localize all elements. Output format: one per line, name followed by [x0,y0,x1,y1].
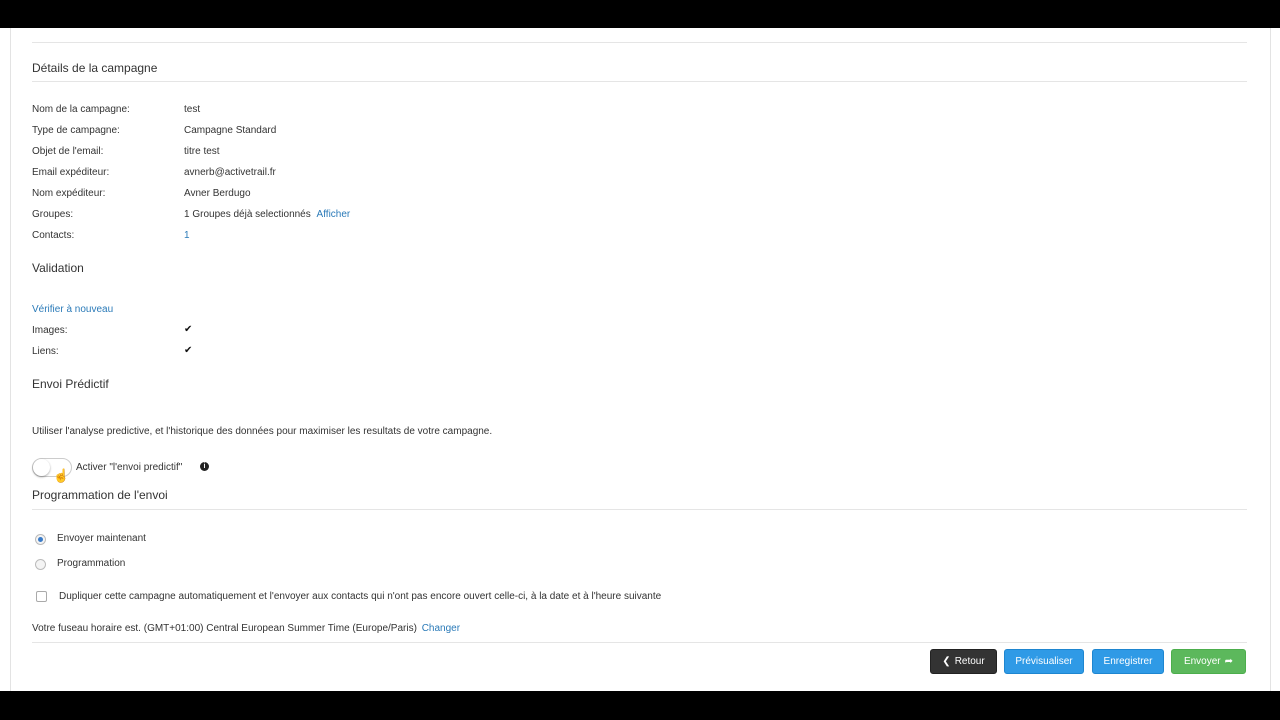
top-divider [32,42,1247,43]
links-check-icon: ✔ [184,345,193,356]
validation-heading: Validation [32,261,84,275]
predictive-heading: Envoi Prédictif [32,377,109,391]
chevron-left-icon: ❮ [942,656,951,667]
sender-email-value: avnerb@activetrail.fr [184,167,276,178]
show-groups-link[interactable]: Afficher [317,209,351,220]
share-arrow-icon: ➦ [1224,656,1234,667]
save-button[interactable]: Enregistrer [1092,649,1164,674]
preview-button[interactable]: Prévisualiser [1004,649,1084,674]
duplicate-checkbox[interactable] [36,591,47,602]
change-timezone-link[interactable]: Changer [422,623,460,634]
groups-value: 1 Groupes déjà selectionnés [184,209,311,220]
groups-label: Groupes: [32,209,74,220]
details-heading: Détails de la campagne [32,61,158,75]
toggle-knob [33,459,50,476]
footer-divider [32,642,1247,643]
images-check-icon: ✔ [184,324,193,335]
recheck-link[interactable]: Vérifier à nouveau [32,304,113,315]
hand-cursor-icon: ☝ [53,468,70,483]
campaign-type-label: Type de campagne: [32,125,120,136]
details-divider [32,81,1247,82]
schedule-label[interactable]: Programmation [57,558,125,569]
send-button[interactable]: Envoyer ➦ [1171,649,1246,674]
groups-row: 1 Groupes déjà selectionnés Afficher [184,209,350,220]
schedule-divider [32,509,1247,510]
sender-name-value: Avner Berdugo [184,188,251,199]
links-label: Liens: [32,346,59,357]
send-button-label: Envoyer [1183,656,1221,667]
campaign-summary-page: Détails de la campagne Nom de la campagn… [0,28,1280,691]
send-now-radio[interactable] [35,534,46,545]
contacts-label: Contacts: [32,230,75,241]
send-now-label[interactable]: Envoyer maintenant [57,533,146,544]
sender-name-label: Nom expéditeur: [32,188,106,199]
predictive-toggle-label: Activer "l'envoi predictif" [76,462,183,473]
contacts-count-link[interactable]: 1 [184,230,190,241]
info-icon[interactable]: i [200,462,209,471]
save-button-label: Enregistrer [1103,656,1153,667]
back-button-label: Retour [954,656,985,667]
sender-email-label: Email expéditeur: [32,167,110,178]
predictive-description: Utiliser l'analyse predictive, et l'hist… [32,426,493,437]
campaign-name-value: test [184,104,201,115]
campaign-name-label: Nom de la campagne: [32,104,130,115]
timezone-row: Votre fuseau horaire est. (GMT+01:00) Ce… [32,623,460,634]
schedule-radio[interactable] [35,559,46,570]
back-button[interactable]: ❮ Retour [930,649,997,674]
schedule-heading: Programmation de l'envoi [32,488,168,502]
email-subject-value: titre test [184,146,220,157]
right-border [1270,28,1271,691]
timezone-text: Votre fuseau horaire est. (GMT+01:00) Ce… [32,623,417,634]
preview-button-label: Prévisualiser [1015,656,1073,667]
left-border [10,28,11,691]
duplicate-label: Dupliquer cette campagne automatiquement… [59,591,662,602]
images-label: Images: [32,325,68,336]
email-subject-label: Objet de l'email: [32,146,104,157]
campaign-type-value: Campagne Standard [184,125,277,136]
